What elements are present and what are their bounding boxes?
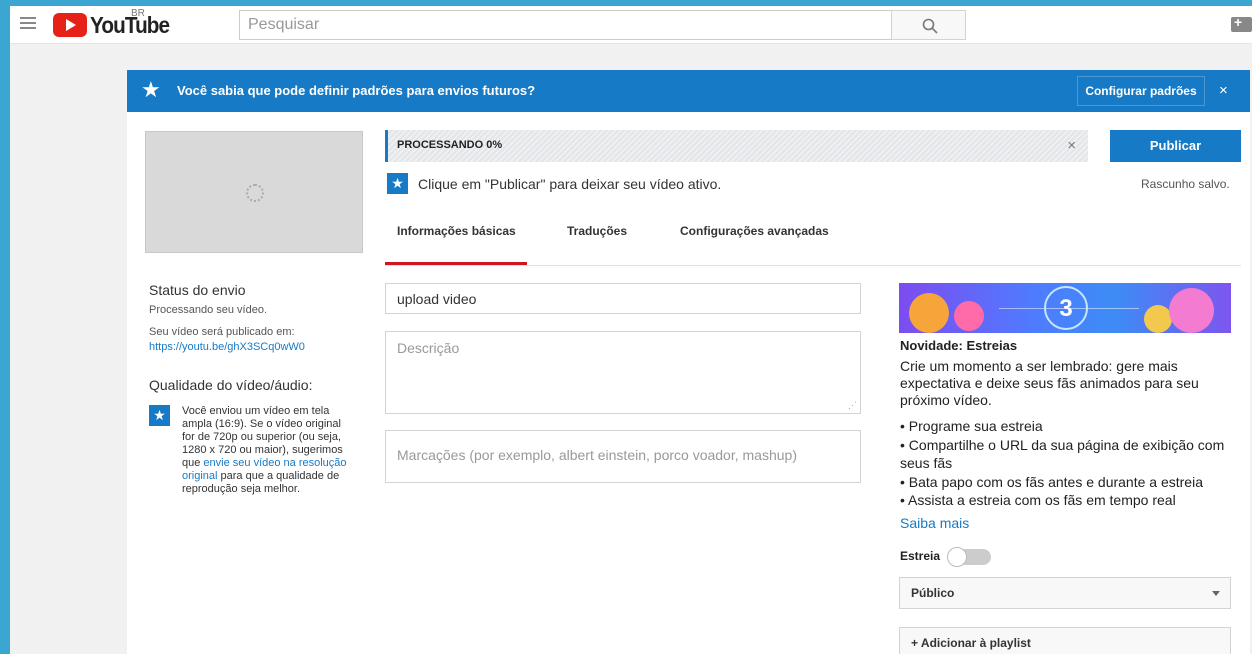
description-placeholder: Descrição — [397, 340, 460, 356]
countdown-ring: 3 — [1044, 286, 1088, 330]
youtube-play-icon — [53, 13, 87, 37]
banner-text: Você sabia que pode definir padrões para… — [177, 83, 536, 98]
masthead: YouTube BR Pesquisar — [10, 6, 1252, 44]
tab-translations[interactable]: Traduções — [567, 224, 627, 238]
premiere-illustration: 3 — [899, 283, 1231, 333]
active-tab-indicator — [385, 262, 527, 265]
tab-bar: Informações básicas Traduções Configuraç… — [385, 207, 1241, 266]
cancel-upload-icon[interactable]: × — [1067, 137, 1076, 154]
search-input[interactable]: Pesquisar — [239, 10, 892, 40]
star-icon: ★ — [149, 405, 170, 426]
video-url-link[interactable]: https://youtu.be/ghX3SCq0wW0 — [149, 341, 305, 353]
countdown-number: 3 — [1059, 295, 1073, 322]
illustration-shape — [1144, 305, 1172, 333]
upload-card: Status do envio Processando seu vídeo. S… — [127, 112, 1250, 654]
star-icon: ★ — [387, 173, 408, 194]
configure-defaults-button[interactable]: Configurar padrões — [1077, 76, 1205, 106]
tab-basic-info[interactable]: Informações básicas — [397, 224, 516, 238]
visibility-select[interactable]: Público — [899, 577, 1231, 609]
list-item: • Programe sua estreia — [900, 418, 1043, 434]
status-text: Processando seu vídeo. — [149, 304, 268, 316]
upload-video-icon[interactable] — [1231, 14, 1252, 32]
draft-status: Rascunho salvo. — [1141, 177, 1230, 191]
publish-button[interactable]: Publicar — [1110, 130, 1241, 162]
upload-status-panel: Status do envio Processando seu vídeo. S… — [149, 282, 349, 496]
toggle-knob — [947, 547, 967, 567]
search-button[interactable] — [891, 10, 966, 40]
hint-text: Clique em "Publicar" para deixar seu víd… — [418, 176, 722, 192]
add-to-playlist-button[interactable]: + Adicionar à playlist — [899, 627, 1231, 654]
chevron-down-icon — [1212, 591, 1220, 596]
processing-progress-bar: PROCESSANDO 0% × — [385, 130, 1088, 162]
quality-text: Você enviou um vídeo em tela ampla (16:9… — [182, 405, 352, 496]
learn-more-link[interactable]: Saiba mais — [900, 515, 969, 531]
quality-title: Qualidade do vídeo/áudio: — [149, 377, 313, 393]
premiere-toggle-label: Estreia — [900, 549, 941, 563]
hamburger-menu-icon[interactable] — [20, 17, 36, 29]
youtube-logo[interactable]: YouTube — [53, 12, 178, 38]
defaults-banner: ★ Você sabia que pode definir padrões pa… — [127, 70, 1250, 112]
resize-grip-icon[interactable]: ⋰ — [848, 400, 857, 411]
logo-text: YouTube — [90, 11, 170, 38]
close-banner-icon[interactable]: × — [1219, 82, 1228, 99]
video-thumbnail — [145, 131, 363, 253]
progress-label: PROCESSANDO 0% — [397, 139, 503, 151]
description-textarea[interactable]: Descrição ⋰ — [385, 331, 861, 414]
title-input[interactable]: upload video — [385, 283, 861, 314]
quality-notice: ★ Você enviou um vídeo em tela ampla (16… — [149, 405, 349, 496]
region-code: BR — [131, 8, 145, 19]
illustration-shape — [954, 301, 984, 331]
tab-advanced-settings[interactable]: Configurações avançadas — [680, 224, 829, 238]
premiere-bullets: • Programe sua estreia • Compartilhe o U… — [900, 417, 1235, 510]
illustration-shape — [909, 293, 949, 333]
tags-input[interactable]: Marcações (por exemplo, albert einstein,… — [385, 430, 861, 483]
list-item: • Assista a estreia com os fãs em tempo … — [900, 492, 1176, 508]
list-item: • Bata papo com os fãs antes e durante a… — [900, 473, 1203, 490]
app-window: YouTube BR Pesquisar ★ Você sabia que po… — [10, 6, 1252, 654]
premiere-title: Novidade: Estreias — [900, 338, 1018, 353]
search-icon — [922, 18, 938, 34]
publish-at-label: Seu vídeo será publicado em: — [149, 326, 295, 338]
premiere-description: Crie um momento a ser lembrado: gere mai… — [900, 358, 1199, 408]
status-title: Status do envio — [149, 282, 246, 298]
list-item: • Compartilhe o URL da sua página de exi… — [900, 436, 1225, 472]
star-icon: ★ — [141, 77, 161, 102]
premiere-toggle[interactable] — [947, 547, 991, 567]
illustration-shape — [1169, 288, 1214, 333]
visibility-selected-value: Público — [911, 586, 955, 600]
loading-spinner-icon — [246, 184, 264, 202]
